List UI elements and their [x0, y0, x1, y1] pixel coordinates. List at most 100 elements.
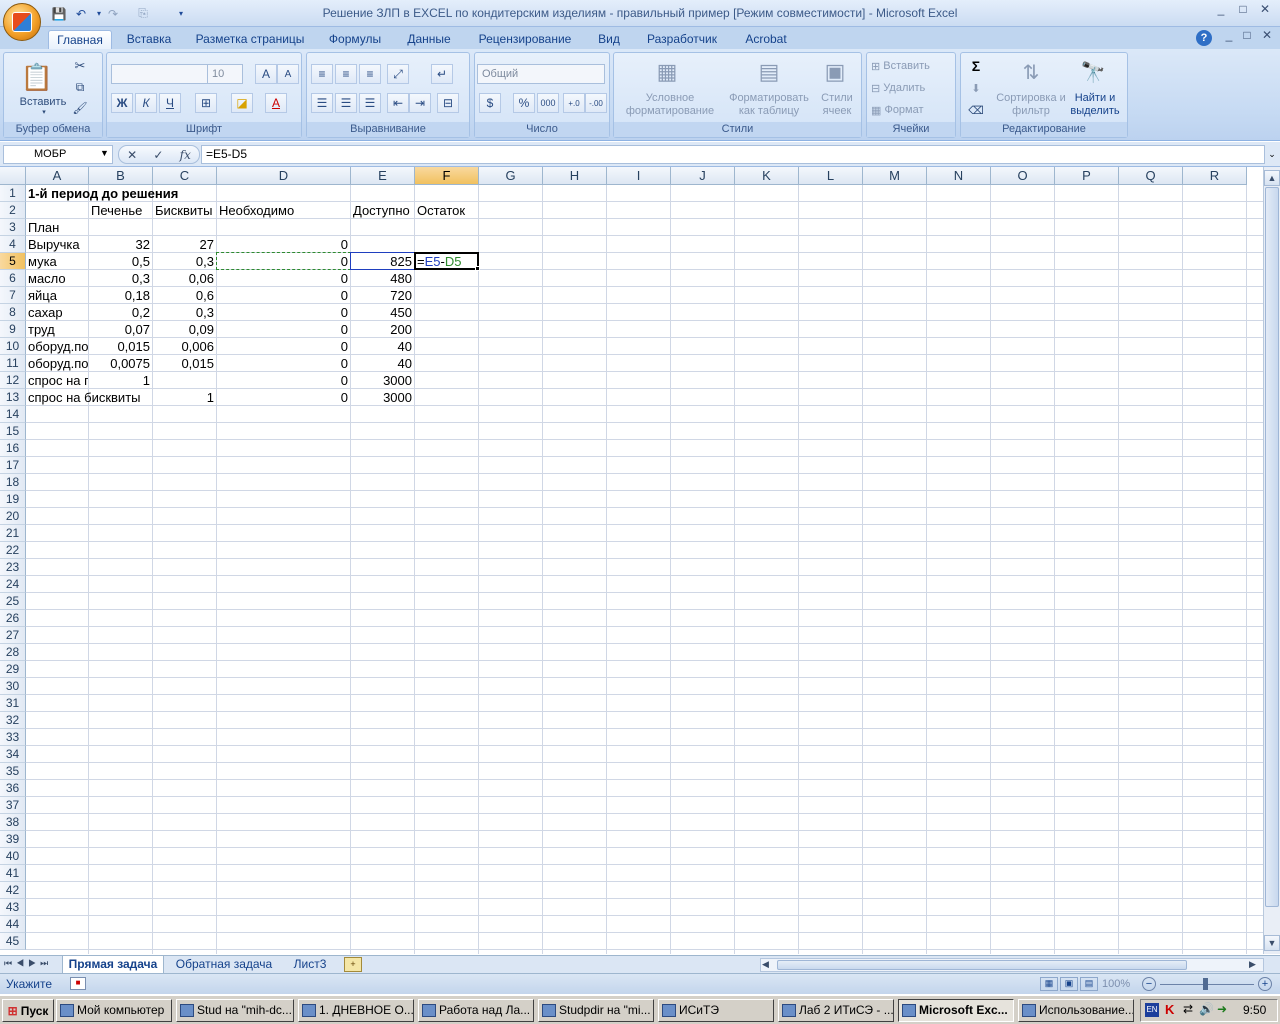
row-header[interactable]: 27	[0, 627, 26, 644]
delete-cells-button[interactable]: ⊟ Удалить	[871, 79, 953, 97]
row-header[interactable]: 22	[0, 542, 26, 559]
worksheet-grid[interactable]: A B C D E F G H I J K L M N O P Q R 1 2 3 4 5 6 7 8 9 10 11 12 13 14 15 1…	[0, 167, 1263, 954]
cell-styles-button[interactable]: Стили ячеек	[814, 91, 860, 119]
taskbar-item[interactable]: Использование...	[1018, 999, 1134, 1022]
align-middle-icon[interactable]: ≡	[335, 64, 357, 84]
align-left-icon[interactable]: ☰	[311, 93, 333, 113]
cell-styles-icon[interactable]: ▣	[820, 57, 850, 87]
row-header[interactable]: 30	[0, 678, 26, 695]
cell-c4[interactable]: 27	[153, 236, 216, 253]
zoom-slider-thumb[interactable]	[1203, 978, 1208, 990]
cell-d11[interactable]: 0	[217, 355, 350, 372]
format-painter-qat-icon[interactable]: ⎘	[134, 5, 152, 22]
scroll-left-icon[interactable]: ◀	[762, 959, 769, 970]
row-header[interactable]: 17	[0, 457, 26, 474]
tab-page-layout[interactable]: Разметка страницы	[190, 30, 310, 49]
horizontal-scrollbar[interactable]: ◀ ▶	[760, 958, 1264, 972]
find-select-button[interactable]: Найти и выделить	[1065, 91, 1125, 119]
language-indicator[interactable]: EN	[1145, 1003, 1159, 1017]
sort-filter-icon[interactable]: ⇅	[1017, 57, 1045, 87]
column-header[interactable]: M	[863, 167, 927, 185]
cell-d13[interactable]: 0	[217, 389, 350, 406]
help-icon[interactable]: ?	[1196, 30, 1212, 46]
row-header[interactable]: 14	[0, 406, 26, 423]
name-box-dropdown-icon[interactable]: ▼	[100, 148, 109, 158]
row-header[interactable]: 41	[0, 865, 26, 882]
cell-d9[interactable]: 0	[217, 321, 350, 338]
tab-developer[interactable]: Разработчик	[636, 30, 728, 49]
format-painter-icon[interactable]: 🖌	[70, 99, 90, 117]
cell-b10[interactable]: 0,015	[89, 338, 152, 355]
cell-e13[interactable]: 3000	[351, 389, 414, 406]
cell-b11[interactable]: 0,0075	[89, 355, 152, 372]
row-header[interactable]: 45	[0, 933, 26, 950]
column-header[interactable]: F	[415, 167, 479, 185]
column-header[interactable]: I	[607, 167, 671, 185]
cell-b6[interactable]: 0,3	[89, 270, 152, 287]
paste-icon[interactable]: 📋	[20, 57, 54, 97]
insert-cells-button[interactable]: ⊞ Вставить	[871, 57, 953, 75]
undo-icon[interactable]: ↶	[72, 5, 90, 22]
cell-d6[interactable]: 0	[217, 270, 350, 287]
paste-button[interactable]: Вставить	[8, 95, 78, 109]
row-header[interactable]: 20	[0, 508, 26, 525]
cell-d8[interactable]: 0	[217, 304, 350, 321]
scroll-down-icon[interactable]: ▼	[1264, 935, 1280, 951]
network-icon[interactable]: ⇄	[1183, 1002, 1193, 1016]
expand-formula-icon[interactable]: ⌄	[1266, 146, 1278, 163]
row-header[interactable]: 31	[0, 695, 26, 712]
sheet-tab-3[interactable]: Лист3	[286, 956, 334, 974]
cell-a8[interactable]: сахар	[26, 304, 65, 321]
tab-review[interactable]: Рецензирование	[470, 30, 580, 49]
column-header[interactable]: H	[543, 167, 607, 185]
insert-function-icon[interactable]: fx	[180, 148, 191, 162]
column-header[interactable]: B	[89, 167, 153, 185]
column-header[interactable]: R	[1183, 167, 1247, 185]
row-header[interactable]: 5	[0, 253, 26, 270]
copy-icon[interactable]: ⧉	[70, 78, 90, 96]
cell-e10[interactable]: 40	[351, 338, 414, 355]
font-color-button[interactable]: A	[265, 93, 287, 113]
cell-a4[interactable]: Выручка	[26, 236, 82, 253]
row-header[interactable]: 4	[0, 236, 26, 253]
conditional-format-icon[interactable]: ▦	[652, 57, 682, 87]
zoom-level[interactable]: 100%	[1102, 978, 1130, 990]
fill-handle[interactable]	[475, 266, 480, 271]
cell-e8[interactable]: 450	[351, 304, 414, 321]
row-header[interactable]: 7	[0, 287, 26, 304]
row-header[interactable]: 23	[0, 559, 26, 576]
cell-c6[interactable]: 0,06	[153, 270, 216, 287]
row-header[interactable]: 15	[0, 423, 26, 440]
cell-e11[interactable]: 40	[351, 355, 414, 372]
cell-e9[interactable]: 200	[351, 321, 414, 338]
increase-decimal-icon[interactable]: +.0	[563, 93, 585, 113]
bold-button[interactable]: Ж	[111, 93, 133, 113]
cell-a12[interactable]: спрос на п	[26, 372, 88, 389]
wrap-text-icon[interactable]: ↵	[431, 64, 453, 84]
row-header[interactable]: 2	[0, 202, 26, 219]
column-header[interactable]: A	[26, 167, 89, 185]
cell-b12[interactable]: 1	[89, 372, 152, 389]
format-as-table-button[interactable]: Форматировать как таблицу	[724, 91, 814, 119]
page-layout-view-icon[interactable]: ▣	[1060, 977, 1078, 991]
name-box[interactable]: МОБР	[3, 145, 113, 164]
clear-icon[interactable]: ⌫	[965, 101, 987, 119]
cell-b4[interactable]: 32	[89, 236, 152, 253]
tab-insert[interactable]: Вставка	[118, 30, 180, 49]
font-size-box[interactable]: 10	[207, 64, 243, 84]
row-header[interactable]: 25	[0, 593, 26, 610]
column-header[interactable]: E	[351, 167, 415, 185]
macro-record-icon[interactable]: ■	[70, 977, 86, 990]
vertical-scroll-thumb[interactable]	[1265, 187, 1279, 907]
row-header[interactable]: 38	[0, 814, 26, 831]
cell-c13[interactable]: 1	[153, 389, 216, 406]
redo-icon[interactable]: ↷	[104, 5, 122, 22]
align-top-icon[interactable]: ≡	[311, 64, 333, 84]
cell-b7[interactable]: 0,18	[89, 287, 152, 304]
paste-dropdown-icon[interactable]: ▾	[39, 108, 49, 116]
cell-e7[interactable]: 720	[351, 287, 414, 304]
taskbar-item[interactable]: Microsoft Exc...	[898, 999, 1014, 1022]
cell-a5[interactable]: мука	[26, 253, 59, 270]
sheet-tab-dual[interactable]: Обратная задача	[172, 956, 276, 974]
number-format-box[interactable]: Общий	[477, 64, 605, 84]
